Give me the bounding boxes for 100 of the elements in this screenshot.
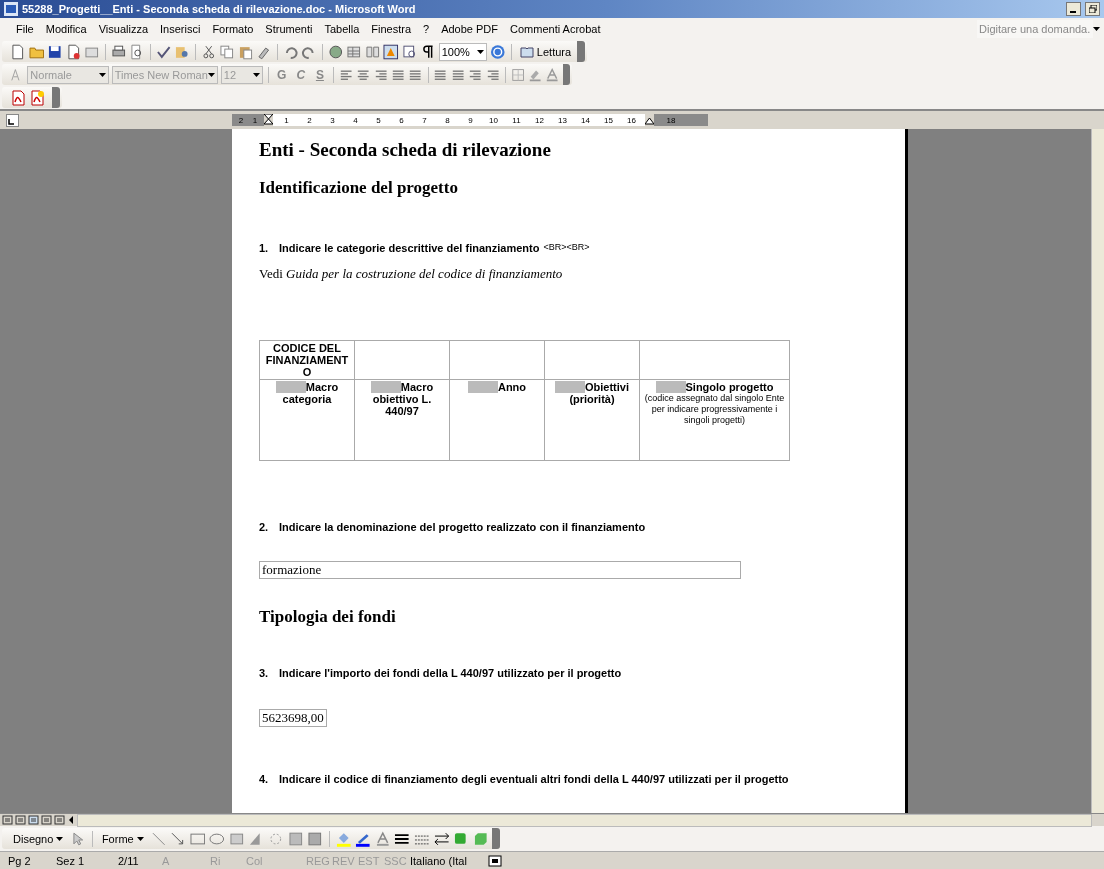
- scroll-left-icon[interactable]: [67, 815, 75, 825]
- text-field[interactable]: 5623698,00: [259, 709, 327, 727]
- ruler-number: 9: [467, 115, 474, 125]
- window-title: 55288_Progetti__Enti - Seconda scheda di rilevazione.doc - Microsoft Word: [22, 3, 417, 15]
- section-heading: Tipologia dei fondi: [259, 607, 397, 627]
- reading-button[interactable]: Lettura: [516, 45, 575, 58]
- outline-view-icon[interactable]: [41, 815, 52, 825]
- font-color-icon[interactable]: [374, 830, 391, 847]
- note-text: Vedi Guida per la costruzione del codice di finanziamento: [259, 266, 564, 282]
- left-tab-icon: [7, 117, 15, 126]
- ruler-number: 1: [283, 115, 290, 125]
- menu-item[interactable]: Adobe PDF: [435, 21, 505, 37]
- status-text: REG: [306, 854, 331, 867]
- vertical-scrollbar[interactable]: [1091, 129, 1104, 813]
- line-icon[interactable]: [150, 830, 167, 847]
- ruler-number: 14: [580, 115, 591, 125]
- ruler-number: 10: [488, 115, 499, 125]
- text-box-icon[interactable]: [228, 830, 245, 847]
- new-page-icon[interactable]: [10, 43, 26, 60]
- table-cell: Macro categoria: [259, 379, 355, 461]
- table-cell: Singolo progetto (codice assegnato dal singolo Ente per indicare progressivamente i singoli progetti): [639, 379, 790, 461]
- status-text: Italiano (Ital: [410, 854, 468, 867]
- table-cell: Anno: [449, 379, 545, 461]
- status-text: Pg 2: [8, 854, 32, 867]
- print-view-icon[interactable]: [28, 815, 39, 825]
- status-text: Sez 1: [56, 854, 86, 867]
- map-icon[interactable]: [401, 43, 418, 60]
- shapes-menu-button[interactable]: Forme: [98, 832, 147, 845]
- arrow-icon[interactable]: [170, 830, 186, 847]
- globe-icon[interactable]: [327, 43, 344, 60]
- book-icon: [519, 45, 534, 58]
- menu-item[interactable]: Visualizza: [92, 21, 155, 37]
- pointer-icon[interactable]: [70, 830, 86, 847]
- pdf-icon[interactable]: [10, 89, 26, 106]
- question-text: 2. Indicare la denominazione del progetto realizzato con il finanziamento: [259, 521, 647, 533]
- text-field[interactable]: formazione: [259, 561, 741, 579]
- web-view-icon[interactable]: [15, 815, 26, 825]
- menu-item[interactable]: Inserisci: [154, 21, 207, 37]
- print-icon[interactable]: [110, 43, 127, 60]
- menu-item[interactable]: Finestra: [365, 21, 418, 37]
- ruler-number: 16: [626, 115, 637, 125]
- dropdown-caret-icon: [477, 49, 485, 54]
- draw-menu-button[interactable]: Disegno: [10, 832, 67, 845]
- rectangle-icon[interactable]: [189, 830, 206, 847]
- ruler-number: 2: [237, 115, 245, 125]
- pilcrow-icon[interactable]: [420, 43, 436, 60]
- copy-icon[interactable]: [219, 43, 235, 60]
- status-text: SSC: [384, 854, 408, 867]
- menu-item[interactable]: File: [10, 21, 40, 37]
- help-icon[interactable]: [490, 43, 506, 60]
- tab-selector[interactable]: [6, 113, 19, 127]
- ruler-number: 11: [511, 115, 522, 125]
- toolbar-options-button[interactable]: [562, 64, 570, 85]
- spelling-status-icon: [488, 854, 502, 867]
- question-text: 4. Indicare il codice di finanziamento degli eventuali altri fondi della L 440/97 utilizzati per il progetto: [259, 773, 790, 785]
- font-color-icon[interactable]: [545, 66, 560, 83]
- reading-view-icon[interactable]: [54, 815, 65, 825]
- ruler-number: 5: [375, 115, 382, 125]
- pdf-comment-icon[interactable]: [29, 89, 45, 106]
- horizontal-scrollbar[interactable]: [77, 813, 1092, 827]
- status-text: 2/11: [118, 854, 140, 867]
- fill-color-icon[interactable]: [335, 830, 352, 847]
- restore-button[interactable]: [1085, 2, 1100, 16]
- ruler-number: 2: [306, 115, 313, 125]
- status-text: Ri: [210, 854, 222, 867]
- ruler-number: 4: [352, 115, 359, 125]
- menu-item[interactable]: Commenti Acrobat: [504, 21, 607, 37]
- menu-item[interactable]: Modifica: [39, 21, 93, 37]
- menu-item[interactable]: ?: [417, 21, 436, 37]
- drawing-icon[interactable]: [383, 43, 399, 60]
- cut-icon[interactable]: [200, 43, 217, 60]
- dropdown-caret-icon: [1093, 27, 1100, 31]
- minimize-button[interactable]: [1066, 2, 1081, 16]
- ruler-number: 8: [444, 115, 451, 125]
- dropdown-caret-icon: [98, 72, 106, 77]
- normal-view-icon[interactable]: [2, 815, 13, 825]
- image-icon[interactable]: [307, 830, 323, 847]
- table-cell: Obiettivi (priorità): [544, 379, 640, 461]
- menu-item[interactable]: Strumenti: [259, 21, 319, 37]
- document-title: Enti - Seconda scheda di rilevazione: [259, 139, 552, 161]
- status-text: REV: [332, 854, 356, 867]
- 3d-icon[interactable]: [472, 830, 489, 847]
- ruler-number: 1: [251, 115, 259, 125]
- dropdown-caret-icon: [252, 72, 260, 77]
- dropdown-caret-icon: [56, 836, 64, 841]
- help-search-field[interactable]: Digitare una domanda.: [977, 20, 1093, 38]
- menu-item[interactable]: Formato: [206, 21, 260, 37]
- permission-icon[interactable]: [65, 43, 82, 60]
- clipart-icon[interactable]: [287, 830, 304, 847]
- menu-item[interactable]: Tabella: [318, 21, 366, 37]
- status-text: Col: [246, 854, 264, 867]
- zoom-combo[interactable]: 100%: [438, 42, 488, 61]
- arrow-style-icon[interactable]: [433, 830, 450, 847]
- save-icon[interactable]: [47, 43, 63, 60]
- word-app-icon: [4, 2, 18, 16]
- table-header-cell: CODICE DEL FINANZIAMENTO: [259, 340, 355, 380]
- dropdown-caret-icon: [207, 72, 215, 77]
- border-icon[interactable]: [510, 66, 526, 83]
- status-text: A: [162, 854, 171, 867]
- question-text: 1. Indicare le categorie descrittive del finanziamento <BR><BR>: [259, 242, 591, 254]
